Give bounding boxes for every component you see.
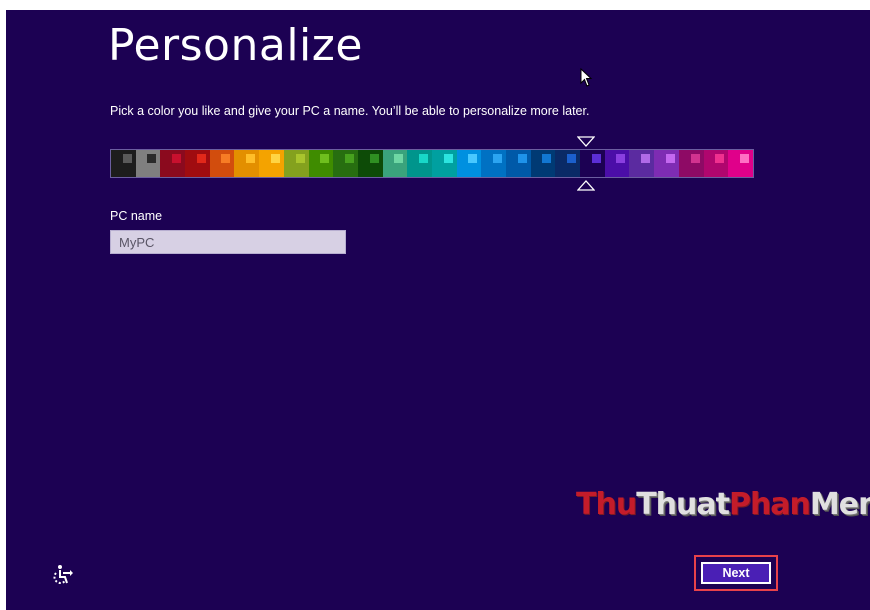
color-swatch[interactable]	[333, 150, 358, 177]
color-swatch[interactable]	[530, 150, 556, 177]
swatch-accent-chip	[468, 154, 478, 163]
color-swatch[interactable]	[678, 150, 704, 177]
swatch-accent-chip	[246, 154, 256, 163]
swatch-accent-chip	[616, 154, 626, 163]
color-swatch[interactable]	[259, 150, 284, 177]
swatch-accent-chip	[122, 154, 132, 163]
color-palette[interactable]	[110, 149, 754, 178]
next-button-highlight: Next	[694, 555, 778, 591]
color-swatch[interactable]	[407, 150, 432, 177]
color-swatch[interactable]	[283, 150, 309, 177]
watermark-part: Thuat	[636, 487, 730, 522]
swatch-accent-chip	[665, 154, 675, 163]
pc-name-label: PC name	[110, 209, 163, 223]
color-swatch[interactable]	[555, 150, 581, 177]
color-swatch[interactable]	[629, 150, 655, 177]
swatch-accent-chip	[739, 154, 749, 163]
swatch-accent-chip	[172, 154, 182, 163]
watermark-part: Mem.vn	[809, 487, 870, 522]
color-swatch[interactable]	[185, 150, 210, 177]
color-swatch[interactable]	[111, 150, 136, 177]
color-swatch-selected[interactable]	[580, 150, 605, 177]
setup-screen: Personalize Pick a color you like and gi…	[6, 10, 870, 610]
color-swatch[interactable]	[703, 150, 729, 177]
color-swatch[interactable]	[654, 150, 679, 177]
swatch-accent-chip	[270, 154, 280, 163]
swatch-accent-chip	[591, 154, 601, 163]
swatch-accent-chip	[493, 154, 502, 163]
page-subtitle: Pick a color you like and give your PC a…	[110, 104, 590, 118]
swatch-accent-chip	[517, 154, 527, 163]
next-button[interactable]: Next	[701, 562, 771, 584]
swatch-accent-chip	[567, 154, 577, 163]
chevron-down-icon	[577, 136, 595, 147]
pc-name-input[interactable]	[110, 230, 346, 254]
watermark-part: Thu	[576, 487, 637, 522]
swatch-accent-chip	[542, 154, 552, 163]
swatch-accent-chip	[369, 154, 379, 163]
color-swatch[interactable]	[728, 150, 753, 177]
swatch-accent-chip	[715, 154, 725, 163]
color-swatch[interactable]	[160, 150, 186, 177]
watermark-part: Phan	[728, 487, 811, 522]
color-swatch[interactable]	[135, 150, 161, 177]
color-swatch[interactable]	[357, 150, 383, 177]
color-swatch[interactable]	[234, 150, 260, 177]
color-swatch[interactable]	[456, 150, 482, 177]
ease-of-access-icon[interactable]	[50, 564, 74, 586]
swatch-accent-chip	[418, 154, 428, 163]
swatch-accent-chip	[443, 154, 453, 163]
chevron-up-icon	[577, 180, 595, 191]
swatch-accent-chip	[690, 154, 700, 163]
swatch-accent-chip	[196, 154, 206, 163]
color-swatch[interactable]	[308, 150, 334, 177]
watermark: ThuThuatPhanMem.vn	[576, 487, 870, 522]
color-swatch[interactable]	[604, 150, 630, 177]
swatch-accent-chip	[641, 154, 651, 163]
swatch-accent-chip	[295, 154, 305, 163]
color-swatch[interactable]	[431, 150, 457, 177]
swatch-accent-chip	[344, 154, 354, 163]
color-swatch[interactable]	[481, 150, 506, 177]
mouse-pointer-icon	[580, 68, 593, 87]
swatch-accent-chip	[320, 154, 330, 163]
swatch-accent-chip	[394, 154, 404, 163]
swatch-accent-chip	[147, 154, 157, 163]
page-title: Personalize	[108, 20, 363, 71]
color-swatch[interactable]	[209, 150, 235, 177]
color-swatch[interactable]	[506, 150, 531, 177]
color-swatch[interactable]	[382, 150, 408, 177]
swatch-accent-chip	[221, 154, 231, 163]
